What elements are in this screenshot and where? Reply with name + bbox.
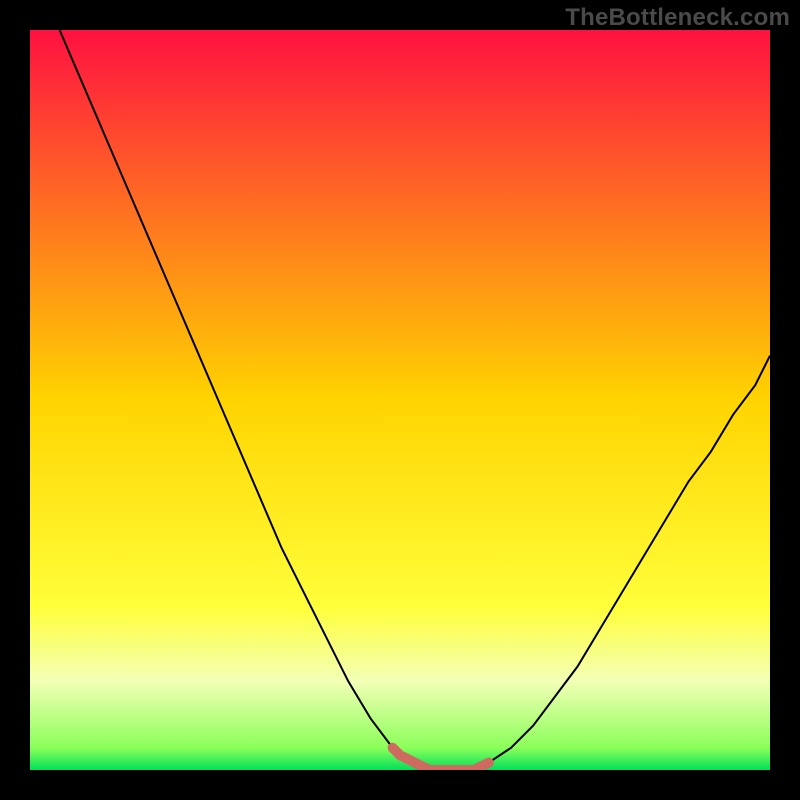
gradient-background xyxy=(30,30,770,770)
chart-frame: TheBottleneck.com xyxy=(0,0,800,800)
watermark-text: TheBottleneck.com xyxy=(565,4,790,32)
plot-area xyxy=(30,30,770,770)
chart-svg xyxy=(30,30,770,770)
